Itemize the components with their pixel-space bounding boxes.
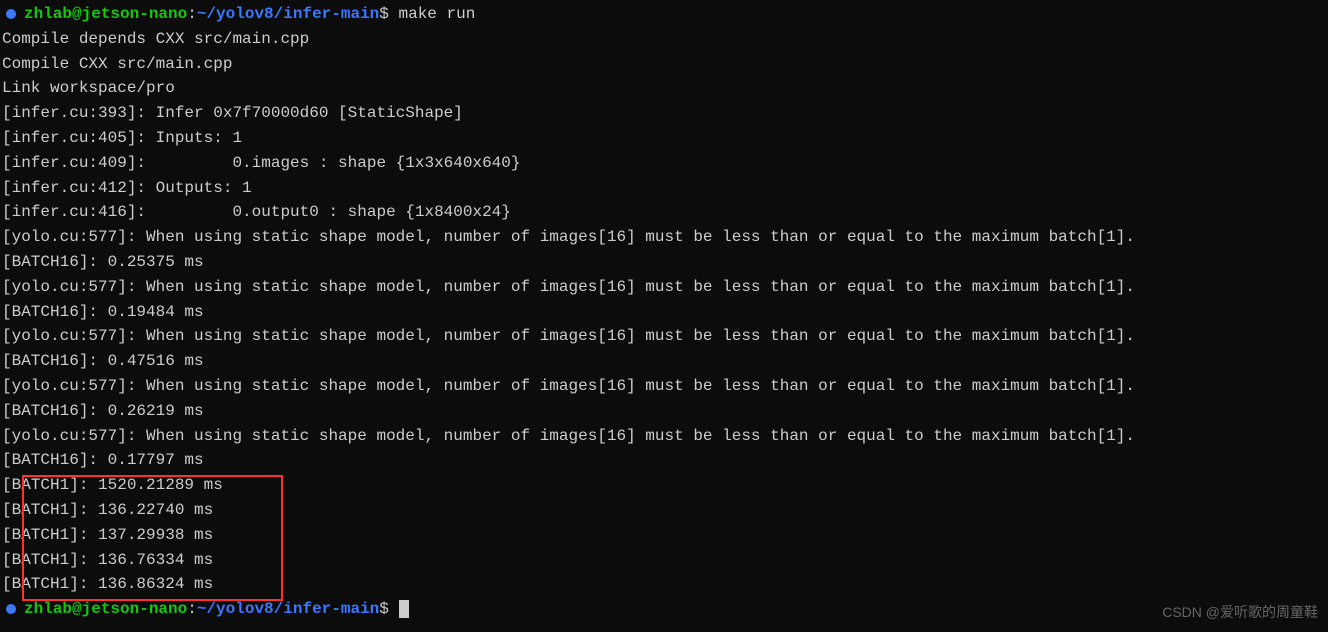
output-yolo-warning-3: [yolo.cu:577]: When using static shape m… bbox=[0, 324, 1328, 349]
prompt-dollar: $ bbox=[379, 5, 389, 23]
output-compile-cxx: Compile CXX src/main.cpp bbox=[0, 52, 1328, 77]
bullet-icon bbox=[6, 9, 16, 19]
prompt-user: zhlab@jetson-nano bbox=[24, 5, 187, 23]
output-batch1-4: [BATCH1]: 136.86324 ms bbox=[0, 572, 1328, 597]
output-compile-depends: Compile depends CXX src/main.cpp bbox=[0, 27, 1328, 52]
prompt-line-2[interactable]: zhlab@jetson-nano:~/yolov8/infer-main$ bbox=[0, 597, 1328, 622]
output-batch16-1: [BATCH16]: 0.19484 ms bbox=[0, 300, 1328, 325]
output-infer-412: [infer.cu:412]: Outputs: 1 bbox=[0, 176, 1328, 201]
prompt-line-1: zhlab@jetson-nano:~/yolov8/infer-main$ m… bbox=[0, 2, 1328, 27]
cursor-icon bbox=[399, 600, 409, 618]
output-yolo-warning-5: [yolo.cu:577]: When using static shape m… bbox=[0, 424, 1328, 449]
output-infer-416: [infer.cu:416]: 0.output0 : shape {1x840… bbox=[0, 200, 1328, 225]
output-infer-409: [infer.cu:409]: 0.images : shape {1x3x64… bbox=[0, 151, 1328, 176]
output-batch1-2: [BATCH1]: 137.29938 ms bbox=[0, 523, 1328, 548]
bullet-icon bbox=[6, 604, 16, 614]
output-link: Link workspace/pro bbox=[0, 76, 1328, 101]
prompt-dollar: $ bbox=[379, 600, 389, 618]
output-batch16-4: [BATCH16]: 0.17797 ms bbox=[0, 448, 1328, 473]
output-batch16-0: [BATCH16]: 0.25375 ms bbox=[0, 250, 1328, 275]
output-batch1-3: [BATCH1]: 136.76334 ms bbox=[0, 548, 1328, 573]
terminal-window[interactable]: zhlab@jetson-nano:~/yolov8/infer-main$ m… bbox=[0, 0, 1328, 624]
prompt-path: ~/yolov8/infer-main bbox=[197, 600, 379, 618]
output-yolo-warning-2: [yolo.cu:577]: When using static shape m… bbox=[0, 275, 1328, 300]
prompt-path: ~/yolov8/infer-main bbox=[197, 5, 379, 23]
watermark-text: CSDN @爱听歌的周童鞋 bbox=[1162, 602, 1318, 624]
output-batch1-0: [BATCH1]: 1520.21289 ms bbox=[0, 473, 1328, 498]
output-infer-405: [infer.cu:405]: Inputs: 1 bbox=[0, 126, 1328, 151]
output-batch16-3: [BATCH16]: 0.26219 ms bbox=[0, 399, 1328, 424]
output-yolo-warning-1: [yolo.cu:577]: When using static shape m… bbox=[0, 225, 1328, 250]
output-infer-393: [infer.cu:393]: Infer 0x7f70000d60 [Stat… bbox=[0, 101, 1328, 126]
output-batch1-1: [BATCH1]: 136.22740 ms bbox=[0, 498, 1328, 523]
output-yolo-warning-4: [yolo.cu:577]: When using static shape m… bbox=[0, 374, 1328, 399]
prompt-user: zhlab@jetson-nano bbox=[24, 600, 187, 618]
output-batch16-2: [BATCH16]: 0.47516 ms bbox=[0, 349, 1328, 374]
prompt-separator: : bbox=[187, 5, 197, 23]
command-text: make run bbox=[399, 5, 476, 23]
prompt-separator: : bbox=[187, 600, 197, 618]
